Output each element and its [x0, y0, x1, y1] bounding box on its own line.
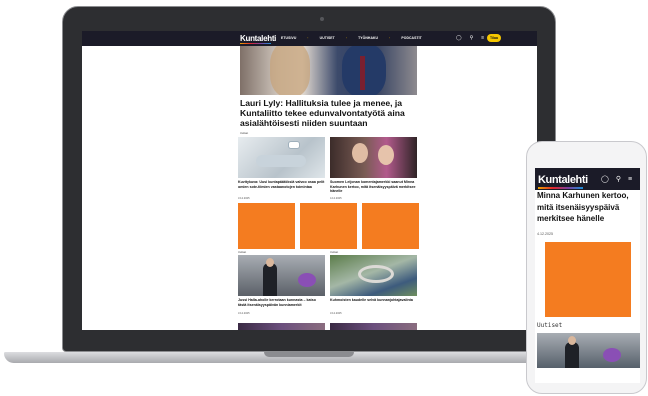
card-image-speaker[interactable] — [238, 255, 325, 296]
menu-separator: · — [345, 36, 348, 40]
card-date: 4.12.2025 — [330, 197, 342, 200]
card-title[interactable]: Jussi Halla-aholle kerrotaan kunnasta – … — [238, 298, 325, 307]
mobile-headline[interactable]: Minna Karhunen kertoo, mitä itsenäisyysp… — [537, 190, 640, 225]
mobile-section-title: Uutiset — [537, 322, 563, 329]
webcam — [320, 17, 324, 21]
card-image-strip[interactable] — [330, 323, 417, 330]
mobile-nav-icons: ◯ ⚲ ≡ — [601, 176, 632, 184]
mobile-logo-underline — [538, 187, 583, 189]
nav-icons: ◯ ⚲ ≡ — [456, 35, 484, 41]
site-nav: Kuntalehti ETUSIVU · UUTISET · TYÖNHAKU … — [82, 31, 537, 46]
card-date: 3.12.2025 — [330, 312, 342, 315]
logo-underline — [240, 43, 271, 44]
site-logo[interactable]: Kuntalehti — [240, 34, 276, 43]
menu-icon[interactable]: ≡ — [628, 176, 632, 184]
menu-item-tyonhaku[interactable]: TYÖNHAKU — [358, 36, 378, 40]
card-title[interactable]: Suomen Leijonan komentajamerkki saanut M… — [330, 180, 417, 194]
card-title[interactable]: Kuhmoisten kaudelle selvä kunnanjohtajav… — [330, 298, 417, 303]
user-icon[interactable]: ◯ — [601, 176, 609, 184]
search-icon[interactable]: ⚲ — [616, 176, 621, 184]
ad-slot[interactable] — [362, 203, 419, 249]
menu-item-uutiset[interactable]: UUTISET — [320, 36, 335, 40]
main-headline[interactable]: Lauri Lyly: Hallituksia tulee ja menee, … — [240, 98, 424, 129]
main-menu: ETUSIVU · UUTISET · TYÖNHAKU · PODCASTIT — [281, 36, 422, 40]
card-title[interactable]: Kuvitykuva: Uusi kuntapäätöksiä valvoo o… — [238, 180, 325, 189]
laptop-screen: Kuntalehti ETUSIVU · UUTISET · TYÖNHAKU … — [82, 31, 537, 330]
menu-separator: · — [389, 36, 391, 40]
menu-separator: · — [307, 36, 309, 40]
card-image-strip[interactable] — [238, 323, 325, 330]
device-mockup: Kuntalehti ETUSIVU · UUTISET · TYÖNHAKU … — [0, 0, 648, 396]
ad-slot[interactable] — [300, 203, 357, 249]
laptop-notch — [264, 352, 354, 357]
card-kicker: Uutiset — [330, 251, 339, 254]
user-icon[interactable]: ◯ — [456, 35, 462, 41]
card-image-dental-room[interactable] — [238, 137, 325, 178]
card-image-aerial[interactable] — [330, 255, 417, 296]
card-kicker: Uutiset — [238, 251, 247, 254]
mobile-card-image[interactable] — [537, 333, 640, 368]
menu-icon[interactable]: ≡ — [481, 35, 484, 41]
search-icon[interactable]: ⚲ — [470, 35, 474, 41]
hero-image[interactable] — [240, 46, 417, 95]
card-image-karhunen[interactable] — [330, 137, 417, 178]
ad-slot[interactable] — [238, 203, 295, 249]
card-date: 3.12.2025 — [238, 312, 250, 315]
menu-item-podcastit[interactable]: PODCASTIT — [401, 36, 422, 40]
mobile-date: 4.12.2025 — [537, 232, 553, 236]
mobile-ad-slot[interactable] — [545, 242, 631, 317]
menu-item-etusivu[interactable]: ETUSIVU — [281, 36, 296, 40]
card-date: 3.12.2025 — [238, 197, 250, 200]
headline-kicker: Uutiset — [240, 132, 249, 135]
subscribe-button[interactable]: Tilaa — [487, 34, 501, 42]
mobile-logo[interactable]: Kuntalehti — [538, 174, 588, 186]
